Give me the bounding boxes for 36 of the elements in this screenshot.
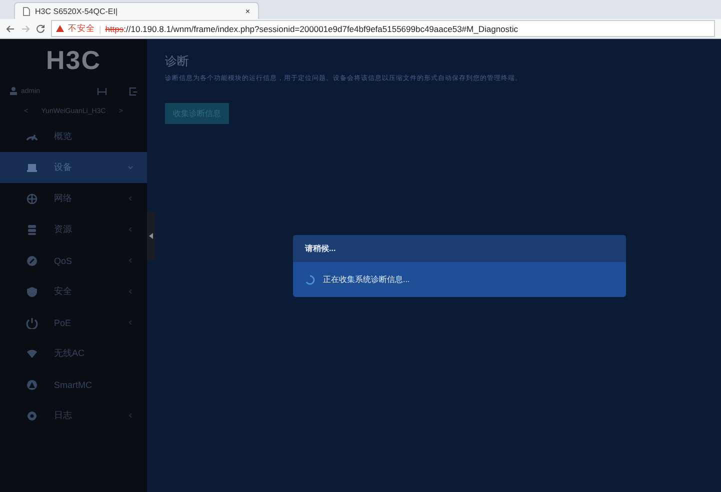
caret-icon bbox=[149, 233, 153, 239]
nav-item[interactable]: 无线AC bbox=[0, 338, 147, 369]
url-text: https://10.190.8.1/wnm/frame/index.php?sessionid=200001e9d7fe4bf9efa5155699bc49aace53#M_Diagnostic bbox=[105, 24, 518, 34]
logo: H3C bbox=[44, 44, 102, 76]
page-icon bbox=[23, 6, 30, 16]
dialog-message: 正在收集系统诊断信息... bbox=[323, 274, 410, 285]
back-icon[interactable] bbox=[6, 24, 15, 32]
warning-icon bbox=[56, 25, 64, 32]
shield-icon bbox=[26, 286, 38, 298]
tab-title: H3C S6520X-54QC-EI| bbox=[35, 6, 119, 16]
spinner-icon bbox=[305, 274, 315, 284]
nav-item[interactable]: 资源 bbox=[0, 214, 147, 245]
nav-item[interactable]: 概览 bbox=[0, 121, 147, 152]
collapse-handle[interactable] bbox=[147, 211, 155, 261]
nav-item[interactable]: QoS bbox=[0, 245, 147, 276]
nav-item[interactable]: PoE bbox=[0, 307, 147, 338]
address-bar[interactable]: 不安全 | https://10.190.8.1/wnm/frame/index.php?sessionid=200001e9d7fe4bf9efa5155699bc49aace53#M_Diagnostic bbox=[51, 20, 715, 37]
drive-icon bbox=[26, 162, 38, 174]
nav-item[interactable]: 网络 bbox=[0, 183, 147, 214]
database-icon bbox=[26, 224, 38, 236]
power-icon bbox=[26, 316, 38, 328]
nav-item[interactable]: 设备 bbox=[0, 152, 147, 183]
security-label: 不安全 bbox=[68, 22, 95, 34]
divider: | bbox=[99, 24, 102, 34]
nav-item[interactable]: 安全 bbox=[0, 276, 147, 307]
nav-item[interactable]: 日志 bbox=[0, 400, 147, 431]
tab-close[interactable]: × bbox=[245, 6, 250, 16]
globe-icon bbox=[26, 192, 38, 204]
dialog-title: 请稍候... bbox=[305, 243, 336, 254]
wifi-icon bbox=[26, 348, 38, 360]
user-icon bbox=[10, 87, 17, 95]
reload-icon[interactable] bbox=[36, 24, 45, 33]
nav-item[interactable]: SmartMC bbox=[0, 369, 147, 400]
browser-tab[interactable]: H3C S6520X-54QC-EI| × bbox=[14, 2, 259, 19]
gear-icon bbox=[26, 410, 38, 422]
page-title: 诊断 bbox=[165, 53, 189, 70]
